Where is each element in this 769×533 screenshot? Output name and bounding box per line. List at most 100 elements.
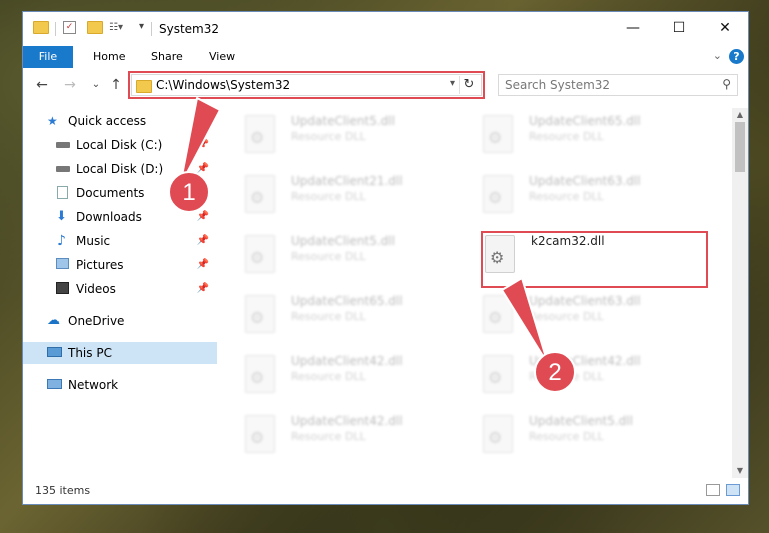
recent-locations-button[interactable]: ⌄ [87,76,105,94]
chevron-down-icon[interactable]: ▾ [139,21,144,32]
navigation-pane: ★ Quick access Local Disk (C:) 📌 Local D… [23,108,217,478]
file-type: Resource DLL [291,250,366,263]
file-name: UpdateClient21.dll [291,174,403,188]
sidebar-item-documents[interactable]: Documents 📌 [23,182,217,204]
file-type: Resource DLL [291,310,366,323]
pin-icon[interactable]: 📌 [197,134,209,156]
pin-icon[interactable]: 📌 [197,254,209,276]
file-item[interactable]: ⚙ UpdateClient63.dll Resource DLL [483,172,703,224]
file-item[interactable]: ⚙ UpdateClient5.dll Resource DLL [245,232,465,284]
scroll-down-icon[interactable]: ▼ [732,464,748,478]
new-folder-icon[interactable] [87,21,103,34]
dll-file-icon: ⚙ [483,175,513,213]
sidebar-item-local-disk-d[interactable]: Local Disk (D:) 📌 [23,158,217,180]
sidebar-item-network[interactable]: Network [23,374,217,396]
divider [55,22,56,36]
target-file-highlight [481,231,708,288]
dll-file-icon: ⚙ [245,295,275,333]
scroll-thumb[interactable] [735,122,745,172]
file-item[interactable]: ⚙ UpdateClient42.dll Resource DLL [245,352,465,404]
back-button[interactable]: ← [33,76,51,94]
file-item[interactable]: ⚙ UpdateClient63.dll Resource DLL [483,292,703,344]
scroll-up-icon[interactable]: ▲ [732,108,748,122]
download-icon: ⬇ [56,209,67,224]
computer-icon [47,347,62,357]
sidebar-item-music[interactable]: ♪ Music 📌 [23,230,217,252]
gear-icon: ⚙ [250,368,265,387]
gear-icon: ⚙ [250,248,265,267]
file-list: ⚙ UpdateClient5.dll Resource DLL ⚙ Updat… [219,102,733,474]
file-item[interactable]: ⚙ UpdateClient65.dll Resource DLL [245,292,465,344]
pin-icon[interactable]: 📌 [197,206,209,228]
file-item[interactable]: ⚙ UpdateClient65.dll Resource DLL [483,112,703,164]
search-input[interactable]: Search System32 ⚲ [498,74,738,96]
sidebar-item-quick-access[interactable]: ★ Quick access [23,110,217,132]
sidebar-item-downloads[interactable]: ⬇ Downloads 📌 [23,206,217,228]
file-name: UpdateClient5.dll [529,414,633,428]
gear-icon: ⚙ [250,128,265,147]
search-icon: ⚲ [722,77,731,91]
large-icons-view-icon[interactable] [726,484,740,496]
cloud-icon: ☁ [47,313,60,328]
pin-icon[interactable]: 📌 [197,230,209,252]
gear-icon: ⚙ [488,428,503,447]
file-item[interactable]: ⚙ UpdateClient5.dll Resource DLL [483,412,703,464]
tab-file[interactable]: File [23,46,73,68]
minimize-button[interactable]: — [610,12,656,44]
dll-file-icon: ⚙ [245,115,275,153]
tab-view[interactable]: View [199,46,245,68]
up-button[interactable]: ↑ [107,76,125,94]
close-button[interactable]: ✕ [702,12,748,44]
folder-icon [33,21,49,34]
file-type: Resource DLL [291,370,366,383]
sidebar-item-pictures[interactable]: Pictures 📌 [23,254,217,276]
gear-icon: ⚙ [488,128,503,147]
chevron-down-icon[interactable]: ⌄ [713,49,722,62]
file-item[interactable]: ⚙ UpdateClient42.dll Resource DLL [245,412,465,464]
file-item[interactable]: ⚙ UpdateClient21.dll Resource DLL [245,172,465,224]
file-item[interactable]: ⚙ UpdateClient42.dll Resource DLL [483,352,703,404]
documents-icon [57,186,68,199]
tab-share[interactable]: Share [141,46,193,68]
gear-icon: ⚙ [250,188,265,207]
gear-icon: ⚙ [488,188,503,207]
sidebar-item-label: Documents [76,186,145,200]
sidebar-item-label: Local Disk (D:) [76,162,164,176]
pin-icon[interactable]: 📌 [197,278,209,300]
dll-file-icon: ⚙ [245,355,275,393]
status-bar: 135 items [23,478,748,504]
sidebar-item-label: Music [76,234,111,248]
maximize-button[interactable]: ☐ [656,12,702,44]
sidebar-item-label: Local Disk (C:) [76,138,163,152]
pin-icon[interactable]: 📌 [197,158,209,180]
sidebar-item-videos[interactable]: Videos 📌 [23,278,217,300]
sidebar-item-local-disk-c[interactable]: Local Disk (C:) 📌 [23,134,217,156]
sidebar-item-label: OneDrive [68,314,125,328]
search-placeholder: Search System32 [505,78,611,92]
file-type: Resource DLL [291,430,366,443]
window-title: System32 [159,22,220,36]
sidebar-item-label: Pictures [76,258,124,272]
vertical-scrollbar[interactable]: ▲ ▼ [732,108,748,478]
gear-icon: ⚙ [488,308,503,327]
sidebar-item-onedrive[interactable]: ☁ OneDrive [23,310,217,332]
file-name: UpdateClient63.dll [529,294,641,308]
details-view-icon[interactable] [706,484,720,496]
sidebar-item-this-pc[interactable]: This PC [23,342,217,364]
sidebar-item-label: Downloads [76,210,142,224]
file-type: Resource DLL [291,130,366,143]
properties-icon[interactable]: ✓ [63,21,76,34]
sidebar-item-label: Quick access [68,114,147,128]
tab-home[interactable]: Home [83,46,135,68]
pin-icon[interactable]: 📌 [197,182,209,204]
file-name: UpdateClient42.dll [291,354,403,368]
music-icon: ♪ [57,233,66,249]
sidebar-item-label: This PC [68,346,112,360]
file-item[interactable]: ⚙ UpdateClient5.dll Resource DLL [245,112,465,164]
dll-file-icon: ⚙ [483,355,513,393]
file-type: Resource DLL [529,190,604,203]
help-icon[interactable]: ? [729,49,744,64]
file-type: Resource DLL [291,190,366,203]
forward-button[interactable]: → [61,76,79,94]
customize-toolbar-icon[interactable]: ☷▾ [109,21,131,34]
